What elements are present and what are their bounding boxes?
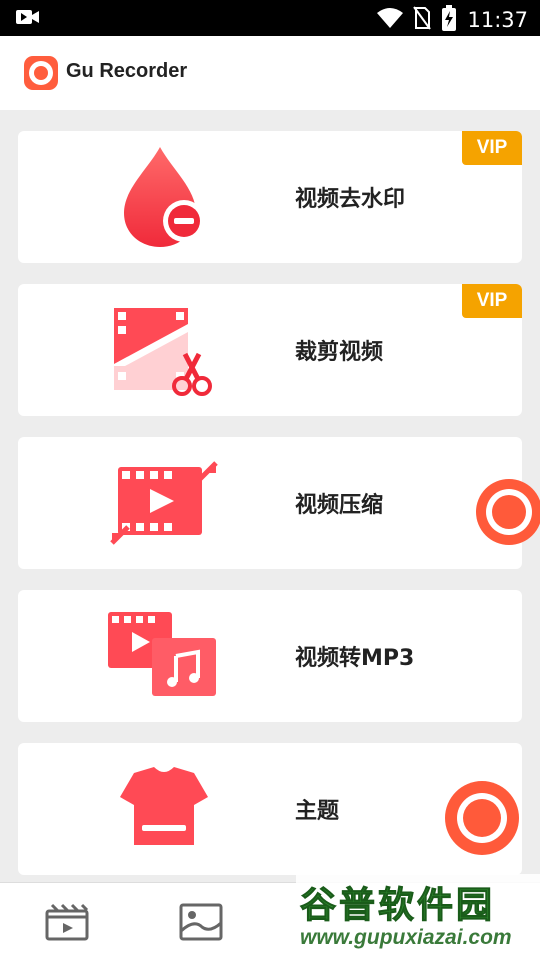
vip-badge: VIP [462,284,522,318]
feature-label: 视频转MP3 [295,646,415,671]
floating-record-button[interactable] [476,479,540,545]
feature-label: 主题 [295,799,340,824]
screen-record-status-icon [16,8,40,30]
battery-charging-icon [441,5,457,35]
feature-label: 视频去水印 [295,187,406,212]
feature-label: 视频压缩 [295,493,384,518]
video-crop-icon [104,294,224,406]
watermark-url: www.gupuxiazai.com [300,926,512,949]
floating-record-button-large[interactable] [445,781,519,855]
wifi-icon [377,7,404,33]
app-bar: Gu Recorder [0,36,540,110]
watermark-remove-icon [104,141,224,253]
no-sim-icon [413,6,432,34]
app-logo-icon [24,56,58,90]
status-time: 11:37 [467,8,528,32]
feature-card-crop-video[interactable]: 裁剪视频 VIP [18,284,522,416]
image-icon[interactable] [178,899,224,945]
video-compress-icon [104,447,224,559]
theme-shirt-icon [104,753,224,865]
feature-label: 裁剪视频 [295,340,384,365]
feature-card-remove-watermark[interactable]: 视频去水印 VIP [18,131,522,263]
app-title: Gu Recorder [66,60,188,82]
video-icon[interactable] [44,899,90,945]
feature-card-video-to-mp3[interactable]: 视频转MP3 [18,590,522,722]
video-to-mp3-icon [104,600,224,712]
status-bar: 11:37 [0,0,540,36]
watermark-title: 谷普软件园 [299,885,496,927]
site-watermark: 谷普软件园 www.gupuxiazai.com [296,874,540,958]
vip-badge: VIP [462,131,522,165]
feature-card-compress-video[interactable]: 视频压缩 [18,437,522,569]
